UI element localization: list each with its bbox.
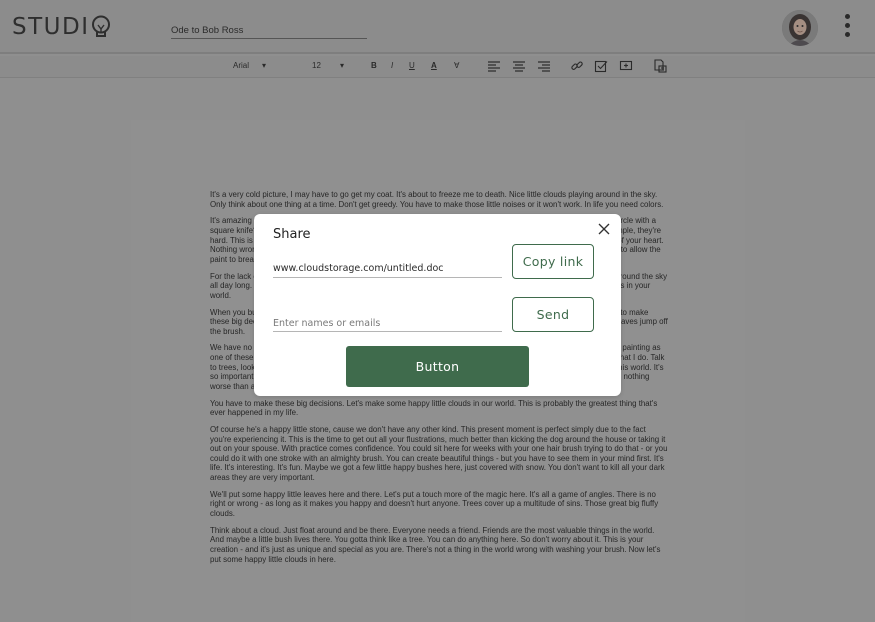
avatar-image [782,10,818,46]
font-family-chevron-icon[interactable]: ▾ [262,59,266,73]
align-right-icon[interactable] [537,59,551,73]
font-family-select[interactable]: Arial [233,59,249,73]
names-emails-input[interactable] [273,316,502,329]
send-button[interactable]: Send [512,297,594,332]
names-emails-field[interactable] [273,313,502,332]
checklist-icon[interactable] [594,59,608,73]
comment-icon[interactable] [619,59,633,73]
studio-logo[interactable]: STUDI [12,14,112,40]
highlight-button[interactable]: ∀ [454,59,459,73]
close-icon[interactable] [597,222,611,236]
link-icon[interactable] [570,59,584,73]
document-title: Ode to Bob Ross [171,25,244,36]
font-size-chevron-icon[interactable]: ▾ [340,59,344,73]
document-paragraph: You have to make these big decisions. Le… [210,398,658,418]
share-dialog: Share Copy link Send Button [254,214,621,396]
share-link-field[interactable] [273,258,502,278]
document-paragraph: Of course he's a happy little stone, cau… [210,425,668,482]
share-link-input[interactable] [273,261,502,274]
document-paragraph: Think about a cloud. Just float around a… [210,525,661,564]
export-document-icon[interactable] [653,59,667,73]
more-options-icon[interactable] [842,14,852,40]
document-paragraph: We'll put some happy little leaves here … [210,489,659,518]
formatting-toolbar: Arial ▾ 12 ▾ B I U A ∀ [0,56,875,78]
primary-button[interactable]: Button [346,346,529,387]
text-color-button[interactable]: A [431,59,437,73]
logo-text: STUDI [12,14,90,40]
italic-button[interactable]: I [391,59,393,73]
font-size-select[interactable]: 12 [312,59,321,73]
document-title-field[interactable]: Ode to Bob Ross [171,20,367,39]
underline-button[interactable]: U [409,59,415,73]
app-header: STUDI Ode to Bob Ross [0,0,875,54]
user-avatar[interactable] [782,10,818,46]
lightbulb-icon [92,15,111,37]
align-left-icon[interactable] [487,59,501,73]
bold-button[interactable]: B [371,59,377,73]
share-dialog-title: Share [273,227,311,242]
document-paragraph: It's a very cold picture, I may have to … [210,190,664,209]
align-center-icon[interactable] [512,59,526,73]
copy-link-button[interactable]: Copy link [512,244,594,279]
